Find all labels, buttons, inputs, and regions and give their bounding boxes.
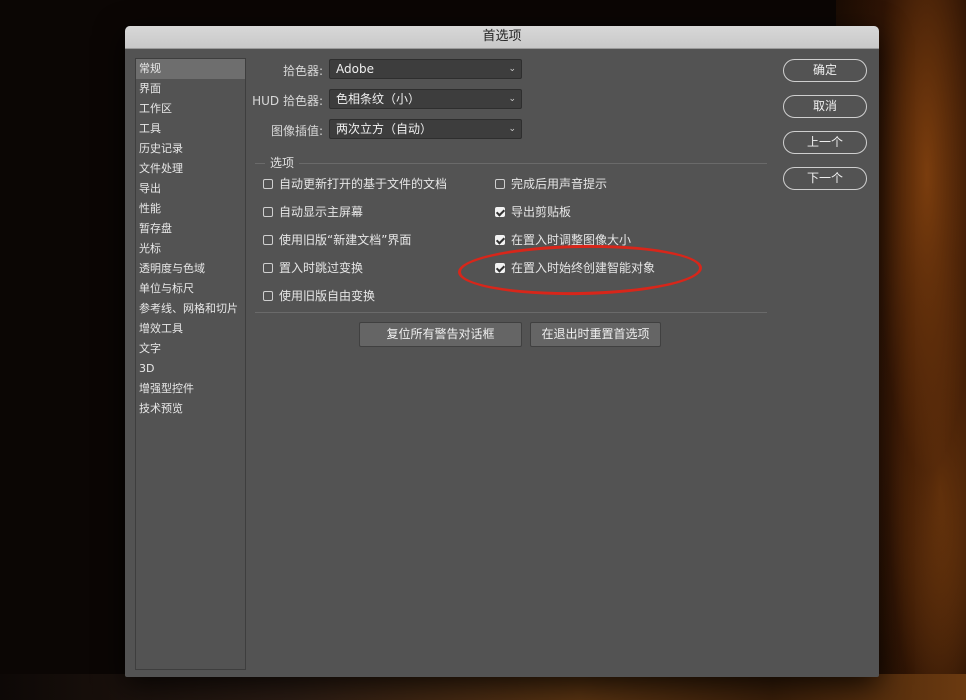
checkbox-label: 使用旧版“新建文档”界面 bbox=[279, 233, 412, 247]
chevron-down-icon: ⌄ bbox=[508, 124, 516, 134]
hud-color-picker-value: 色相条纹（小） bbox=[336, 92, 421, 106]
interpolation-value: 两次立方（自动） bbox=[336, 122, 433, 136]
checkbox-show-home-screen[interactable]: 自动显示主屏幕 bbox=[263, 203, 363, 220]
checkbox-auto-update[interactable]: 自动更新打开的基于文件的文档 bbox=[263, 175, 447, 192]
color-picker-label: 拾色器: bbox=[282, 64, 323, 78]
sidebar-item-scratch-disks[interactable]: 暂存盘 bbox=[136, 219, 245, 239]
checkbox-label: 完成后用声音提示 bbox=[511, 177, 608, 191]
checkbox-box bbox=[263, 178, 273, 189]
sidebar-item-export[interactable]: 导出 bbox=[136, 179, 245, 199]
checkbox-legacy-free-transform[interactable]: 使用旧版自由变换 bbox=[263, 287, 375, 304]
sidebar-item-enhanced-controls[interactable]: 增强型控件 bbox=[136, 379, 245, 399]
chevron-down-icon: ⌄ bbox=[508, 94, 516, 104]
interpolation-label: 图像插值: bbox=[270, 124, 323, 138]
checkbox-box-checked bbox=[495, 234, 505, 245]
options-group-title: 选项 bbox=[265, 154, 300, 171]
checkbox-label: 导出剪贴板 bbox=[511, 205, 572, 219]
checkbox-box-checked bbox=[495, 206, 505, 217]
checkbox-label: 自动更新打开的基于文件的文档 bbox=[279, 177, 448, 191]
sidebar-item-workspace[interactable]: 工作区 bbox=[136, 99, 245, 119]
color-picker-value: Adobe bbox=[336, 62, 374, 76]
sidebar-item-guides-grid[interactable]: 参考线、网格和切片 bbox=[136, 299, 245, 319]
checkbox-box bbox=[263, 290, 273, 301]
background-strip bbox=[0, 674, 966, 700]
sidebar-item-type[interactable]: 文字 bbox=[136, 339, 245, 359]
checkbox-label: 置入时跳过变换 bbox=[279, 261, 364, 275]
category-list: 常规 界面 工作区 工具 历史记录 文件处理 导出 性能 暂存盘 光标 透明度与… bbox=[135, 58, 246, 670]
reset-prefs-button[interactable]: 在退出时重置首选项 bbox=[530, 322, 661, 347]
cancel-button[interactable]: 取消 bbox=[783, 95, 867, 118]
sidebar-item-interface[interactable]: 界面 bbox=[136, 79, 245, 99]
checkbox-box bbox=[263, 262, 273, 273]
checkbox-skip-transform[interactable]: 置入时跳过变换 bbox=[263, 259, 363, 276]
interpolation-select[interactable]: 两次立方（自动） ⌄ bbox=[329, 119, 522, 139]
next-button[interactable]: 下一个 bbox=[783, 167, 867, 190]
hud-color-picker-label: HUD 拾色器: bbox=[252, 94, 323, 108]
sidebar-item-general[interactable]: 常规 bbox=[136, 59, 245, 79]
checkbox-label: 自动显示主屏幕 bbox=[279, 205, 364, 219]
color-picker-select[interactable]: Adobe ⌄ bbox=[329, 59, 522, 79]
checkbox-box bbox=[263, 234, 273, 245]
chevron-down-icon: ⌄ bbox=[508, 64, 516, 74]
checkbox-legacy-new-doc[interactable]: 使用旧版“新建文档”界面 bbox=[263, 231, 411, 248]
sidebar-item-cursors[interactable]: 光标 bbox=[136, 239, 245, 259]
reset-warnings-button[interactable]: 复位所有警告对话框 bbox=[359, 322, 522, 347]
checkbox-label: 使用旧版自由变换 bbox=[279, 289, 376, 303]
sidebar-item-performance[interactable]: 性能 bbox=[136, 199, 245, 219]
checkbox-beep-when-done[interactable]: 完成后用声音提示 bbox=[495, 175, 607, 192]
sidebar-item-history[interactable]: 历史记录 bbox=[136, 139, 245, 159]
preferences-dialog: 首选项 常规 界面 工作区 工具 历史记录 文件处理 导出 性能 暂存盘 光标 … bbox=[125, 26, 879, 677]
sidebar-item-plugins[interactable]: 增效工具 bbox=[136, 319, 245, 339]
sidebar-item-units-rulers[interactable]: 单位与标尺 bbox=[136, 279, 245, 299]
hud-color-picker-select[interactable]: 色相条纹（小） ⌄ bbox=[329, 89, 522, 109]
sidebar-item-3d[interactable]: 3D bbox=[136, 359, 245, 379]
dialog-title: 首选项 bbox=[125, 26, 879, 49]
checkbox-export-clipboard[interactable]: 导出剪贴板 bbox=[495, 203, 571, 220]
checkbox-box bbox=[263, 206, 273, 217]
sidebar-item-file-handling[interactable]: 文件处理 bbox=[136, 159, 245, 179]
sidebar-item-tools[interactable]: 工具 bbox=[136, 119, 245, 139]
previous-button[interactable]: 上一个 bbox=[783, 131, 867, 154]
sidebar-item-tech-previews[interactable]: 技术预览 bbox=[136, 399, 245, 419]
ok-button[interactable]: 确定 bbox=[783, 59, 867, 82]
checkbox-box bbox=[495, 178, 505, 189]
sidebar-item-transparency[interactable]: 透明度与色域 bbox=[136, 259, 245, 279]
